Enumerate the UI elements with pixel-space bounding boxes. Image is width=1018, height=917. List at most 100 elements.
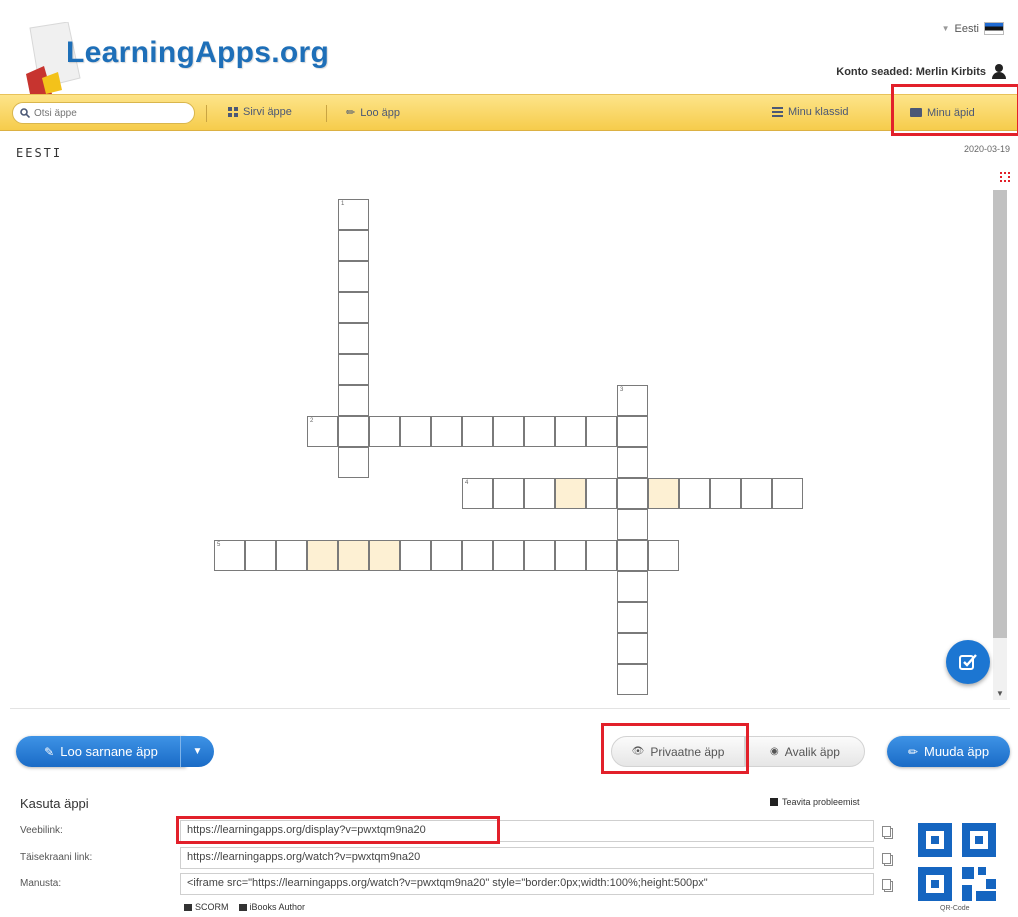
nav-separator (206, 105, 207, 122)
copy-icon[interactable] (882, 879, 891, 890)
crossword-cell[interactable] (338, 416, 369, 447)
clue-number: 3 (620, 387, 624, 393)
crossword-cell[interactable] (555, 540, 586, 571)
crossword-cell[interactable] (617, 509, 648, 540)
use-app-title: Kasuta äppi (20, 796, 89, 811)
crossword-cell[interactable] (555, 416, 586, 447)
public-app-button[interactable]: ◉ Avalik äpp (745, 736, 865, 767)
qr-code-icon[interactable] (918, 823, 998, 903)
crossword-cell[interactable] (586, 540, 617, 571)
app-date: 2020-03-19 (963, 144, 1010, 154)
crossword-cell[interactable] (493, 540, 524, 571)
crossword-cell[interactable] (493, 416, 524, 447)
check-answers-button[interactable] (946, 640, 990, 684)
crossword-cell[interactable] (462, 416, 493, 447)
crossword-cell[interactable] (307, 540, 338, 571)
crossword-cell[interactable] (648, 478, 679, 509)
crossword-cell[interactable]: 1 (338, 199, 369, 230)
crossword-cell[interactable] (741, 478, 772, 509)
crossword-cell[interactable]: 4 (462, 478, 493, 509)
copy-icon[interactable] (882, 853, 891, 864)
my-classes-link[interactable]: Minu klassid (772, 106, 849, 118)
crossword-cell[interactable] (276, 540, 307, 571)
create-similar-app-button[interactable]: ✎ Loo sarnane äpp (16, 736, 186, 767)
crossword-cell[interactable] (338, 292, 369, 323)
crossword-cell[interactable] (338, 540, 369, 571)
crossword-cell[interactable] (338, 354, 369, 385)
crossword-cell[interactable] (400, 416, 431, 447)
clue-number: 1 (341, 201, 345, 207)
crossword-cell[interactable] (586, 416, 617, 447)
crossword-cell[interactable] (617, 602, 648, 633)
crossword-cell[interactable] (586, 478, 617, 509)
crossword-cell[interactable] (617, 540, 648, 571)
scrollbar[interactable]: ▼ (993, 190, 1007, 700)
site-logo[interactable]: LearningApps.org (66, 36, 329, 70)
crossword-cell[interactable] (338, 230, 369, 261)
crossword-cell[interactable] (679, 478, 710, 509)
crossword-cell[interactable] (710, 478, 741, 509)
search-input[interactable] (34, 107, 184, 119)
highlight-private-app (601, 723, 749, 774)
crossword-cell[interactable] (555, 478, 586, 509)
crossword-cell[interactable] (493, 478, 524, 509)
crossword-cell[interactable] (338, 447, 369, 478)
scrollbar-thumb[interactable] (993, 190, 1007, 638)
fullscreen-link-label: Täisekraani link: (20, 852, 93, 863)
crossword-cell[interactable] (245, 540, 276, 571)
crossword-cell[interactable] (369, 540, 400, 571)
create-similar-label: Loo sarnane äpp (60, 744, 158, 759)
fullscreen-link-field[interactable]: https://learningapps.org/watch?v=pwxtqm9… (180, 847, 874, 869)
weblink-label: Veebilink: (20, 825, 63, 836)
crossword-cell[interactable] (772, 478, 803, 509)
crossword-cell[interactable] (338, 261, 369, 292)
ibooks-link[interactable]: iBooks Author (238, 902, 305, 912)
scorm-link[interactable]: SCORM (184, 902, 229, 912)
report-problem-link[interactable]: Teavita probleemist (770, 797, 860, 807)
crossword-area: ▼ 1 2 3 4 5 (0, 162, 1018, 707)
crossword-cell[interactable]: 2 (307, 416, 338, 447)
scroll-down-icon[interactable]: ▼ (996, 689, 1004, 698)
pencil-icon: ✏ (907, 744, 918, 759)
crossword-cell[interactable] (617, 447, 648, 478)
flag-icon (770, 798, 778, 806)
language-selector[interactable]: ▼ Eesti (942, 22, 1004, 35)
crossword-cell[interactable] (524, 540, 555, 571)
caret-down-icon: ▼ (192, 746, 203, 757)
search-icon (20, 108, 30, 118)
fullscreen-icon[interactable] (1000, 172, 1010, 182)
edit-app-button[interactable]: ✏ Muuda äpp (887, 736, 1010, 767)
crossword-cell[interactable] (617, 416, 648, 447)
crossword-cell[interactable] (338, 385, 369, 416)
crossword-cell[interactable] (648, 540, 679, 571)
crossword-cell[interactable] (431, 540, 462, 571)
crossword-cell[interactable]: 3 (617, 385, 648, 416)
report-problem-label: Teavita probleemist (782, 797, 860, 807)
crossword-cell[interactable] (524, 416, 555, 447)
create-similar-dropdown[interactable]: ▼ (180, 736, 214, 767)
crossword-cell[interactable]: 5 (214, 540, 245, 571)
clue-number: 5 (217, 542, 221, 548)
account-settings-link[interactable]: Konto seaded: Merlin Kirbits (836, 64, 1006, 79)
crossword-cell[interactable] (524, 478, 555, 509)
qr-code-label: QR-Code (940, 905, 970, 912)
my-classes-label: Minu klassid (788, 106, 849, 118)
crossword-cell[interactable] (617, 571, 648, 602)
crossword-cell[interactable] (462, 540, 493, 571)
crossword-cell[interactable] (369, 416, 400, 447)
pencil-icon: ✏ (346, 107, 356, 119)
crossword-cell[interactable] (400, 540, 431, 571)
crossword-cell[interactable] (617, 478, 648, 509)
crossword-cell[interactable] (338, 323, 369, 354)
create-app-link[interactable]: ✏ Loo äpp (346, 106, 400, 120)
browse-apps-link[interactable]: Sirvi äppe (228, 106, 292, 118)
navbar: Sirvi äppe ✏ Loo äpp Minu klassid Minu ä… (0, 94, 1018, 131)
crossword-cell[interactable] (617, 664, 648, 695)
copy-icon[interactable] (882, 826, 891, 837)
search-box[interactable] (12, 102, 195, 124)
crossword-cell[interactable] (617, 633, 648, 664)
crossword-cell[interactable] (431, 416, 462, 447)
language-label: Eesti (954, 22, 979, 35)
edit-square-icon: ✎ (44, 744, 55, 759)
embed-field[interactable]: <iframe src="https://learningapps.org/wa… (180, 873, 874, 895)
